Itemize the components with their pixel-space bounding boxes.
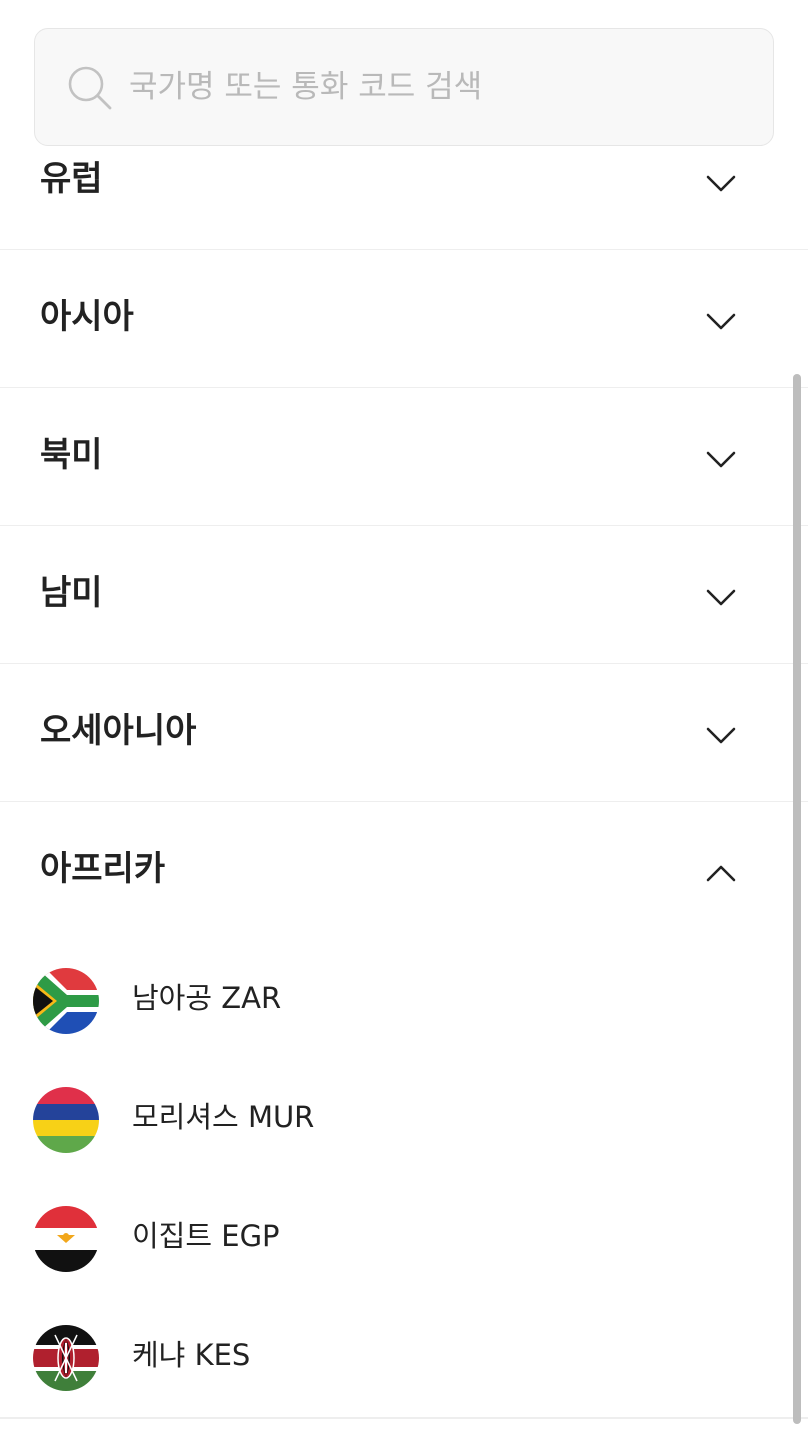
currency-item-kes[interactable]: 케냐 KES [0,1297,790,1416]
currency-label-egp: 이집트 EGP [132,1219,280,1253]
region-oceania[interactable]: 오세아니아 [0,664,808,802]
region-south-america[interactable]: 남미 [0,526,808,664]
chevron-down-icon [706,175,736,192]
mauritius-flag-icon [33,1087,99,1153]
chevron-up-icon [706,865,736,882]
chevron-down-icon [706,313,736,330]
currency-label-zar: 남아공 ZAR [132,981,282,1015]
chevron-down-icon [706,451,736,468]
currency-label-kes: 케냐 KES [132,1338,251,1372]
region-label-europe: 유럽 [40,159,103,199]
scrollbar[interactable] [793,374,801,1424]
region-asia[interactable]: 아시아 [0,250,808,388]
region-label-asia: 아시아 [40,297,134,337]
region-label-south-america: 남미 [40,573,103,613]
search-icon [68,66,112,110]
region-label-africa: 아프리카 [40,849,166,889]
chevron-down-icon [706,727,736,744]
kenya-flag-icon [33,1325,99,1391]
currency-item-egp[interactable]: 이집트 EGP [0,1178,790,1297]
currency-item-mur[interactable]: 모리셔스 MUR [0,1059,790,1178]
currency-item-zar[interactable]: 남아공 ZAR [0,940,790,1059]
search-box[interactable] [34,28,774,146]
chevron-down-icon [706,589,736,606]
currency-select-page: 유럽 아시아 북미 남미 오세아니아 아프리카 남아공 ZAR 모리셔스 MUR… [0,0,808,1440]
region-africa[interactable]: 아프리카 [0,802,808,940]
region-label-oceania: 오세아니아 [40,711,197,751]
south-africa-flag-icon [33,968,99,1034]
region-north-america[interactable]: 북미 [0,388,808,526]
currency-label-mur: 모리셔스 MUR [132,1100,315,1134]
egypt-flag-icon [33,1206,99,1272]
list-divider [0,1417,808,1419]
search-input[interactable] [129,57,729,117]
region-label-north-america: 북미 [40,435,103,475]
